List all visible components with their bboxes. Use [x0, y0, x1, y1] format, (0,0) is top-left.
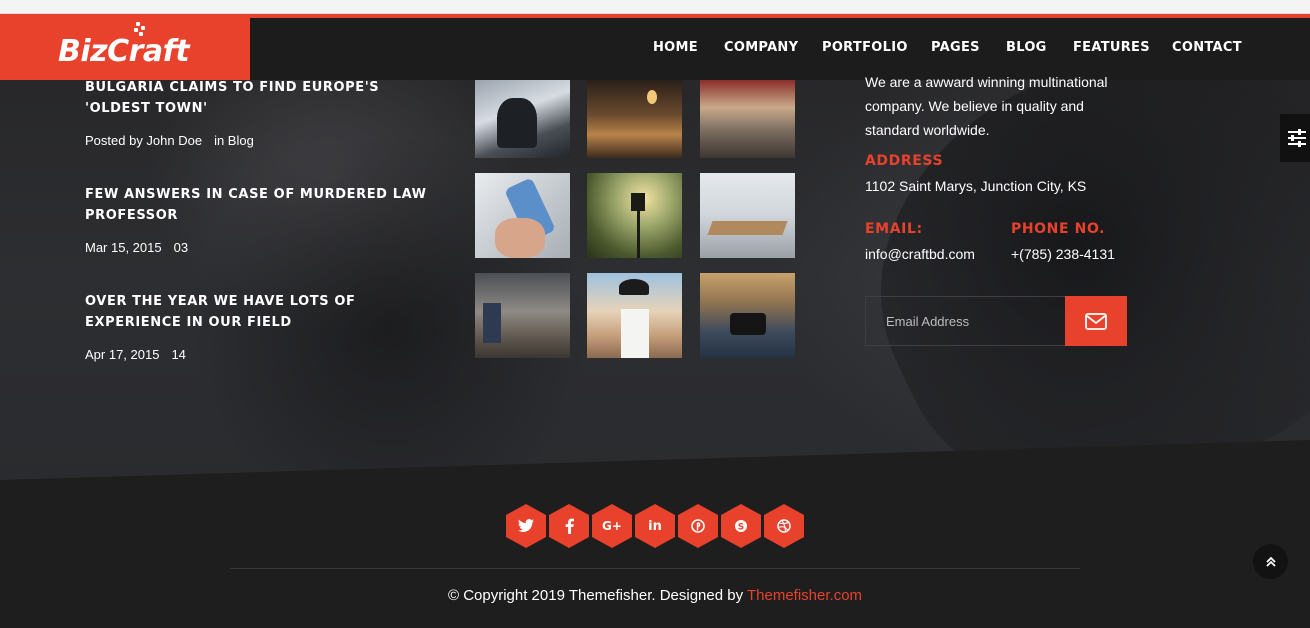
gallery-thumb-restaurant[interactable] [587, 80, 682, 158]
linkedin-icon[interactable]: in [635, 504, 675, 548]
dribbble-icon[interactable] [764, 504, 804, 548]
back-to-top-button[interactable] [1253, 544, 1288, 579]
post-date: Mar 15, 2015 [85, 240, 162, 255]
nav-item-portfolio[interactable]: PORTFOLIO [822, 40, 908, 55]
email-text[interactable]: info@craftbd.com [865, 246, 975, 262]
phone-label: PHONE NO. [1011, 221, 1106, 237]
logo-dots-icon [130, 22, 146, 38]
address-label: ADDRESS [865, 153, 944, 169]
skype-icon[interactable]: S [721, 504, 761, 548]
post-title[interactable]: Few answers in case of murdered law prof… [85, 184, 445, 226]
email-label: EMAIL: [865, 221, 923, 237]
sliders-icon [1288, 129, 1306, 147]
post-category[interactable]: in Blog [214, 133, 254, 148]
pinterest-icon[interactable] [678, 504, 718, 548]
subscribe-button[interactable] [1065, 296, 1127, 346]
post-title[interactable]: Bulgaria claims to find Europe's 'oldest… [85, 77, 445, 119]
post-comment-count: 03 [173, 240, 189, 255]
subscribe-email-input[interactable] [865, 296, 1065, 346]
twitter-icon[interactable] [506, 504, 546, 548]
post-date: Apr 17, 2015 [85, 347, 160, 362]
nav-item-blog[interactable]: BLOG [1006, 40, 1047, 55]
post-comment-count: 14 [171, 347, 186, 362]
designer-link[interactable]: Themefisher.com [747, 587, 862, 604]
double-chevron-up-icon [1265, 556, 1276, 567]
main-navbar: HOME COMPANY PORTFOLIO PAGES BLOG FEATUR… [250, 18, 1310, 80]
copyright-text: © Copyright 2019 Themefisher. Designed b… [447, 587, 744, 604]
nav-item-contact[interactable]: CONTACT [1172, 40, 1242, 55]
post-meta: Mar 15, 2015 03 [85, 240, 200, 255]
nav-item-pages[interactable]: PAGES [931, 40, 980, 55]
google-plus-icon[interactable]: G+ [592, 504, 632, 548]
nav-item-features[interactable]: FEATURES [1073, 40, 1150, 55]
post-title[interactable]: Over the year we have lots of experience… [85, 291, 445, 333]
copyright: © Copyright 2019 Themefisher. Designed b… [0, 587, 1310, 604]
post-author: Posted by John Doe [85, 133, 203, 148]
phone-text[interactable]: +(785) 238-4131 [1011, 246, 1115, 262]
gallery-thumb-photographer[interactable] [475, 80, 570, 158]
browser-chrome-strip [0, 0, 1310, 14]
post-meta: Posted by John Doe in Blog [85, 133, 266, 148]
about-intro: We are a awward winning multinational co… [865, 74, 1108, 138]
footer-divider [230, 568, 1080, 569]
logo-box[interactable]: BizCraft [0, 18, 250, 80]
post-meta: Apr 17, 2015 14 [85, 347, 198, 362]
nav-item-home[interactable]: HOME [653, 40, 698, 55]
gallery-thumb-meeting-room[interactable] [700, 173, 795, 258]
gallery-thumb-shop[interactable] [475, 273, 570, 358]
logo[interactable]: BizCraft [58, 34, 190, 69]
facebook-icon[interactable] [549, 504, 589, 548]
gallery-thumb-smartphone[interactable] [475, 173, 570, 258]
address-text: 1102 Saint Marys, Junction City, KS [865, 178, 1087, 194]
gallery-thumb-street-lamp[interactable] [587, 173, 682, 258]
gallery-thumb-mall[interactable] [700, 80, 795, 158]
gallery-thumb-camera-hands[interactable] [700, 273, 795, 358]
envelope-icon [1085, 312, 1107, 330]
svg-text:S: S [738, 523, 744, 533]
settings-panel-toggle[interactable] [1280, 114, 1310, 162]
gallery-thumb-woman-camera[interactable] [587, 273, 682, 358]
nav-item-company[interactable]: COMPANY [724, 40, 798, 55]
